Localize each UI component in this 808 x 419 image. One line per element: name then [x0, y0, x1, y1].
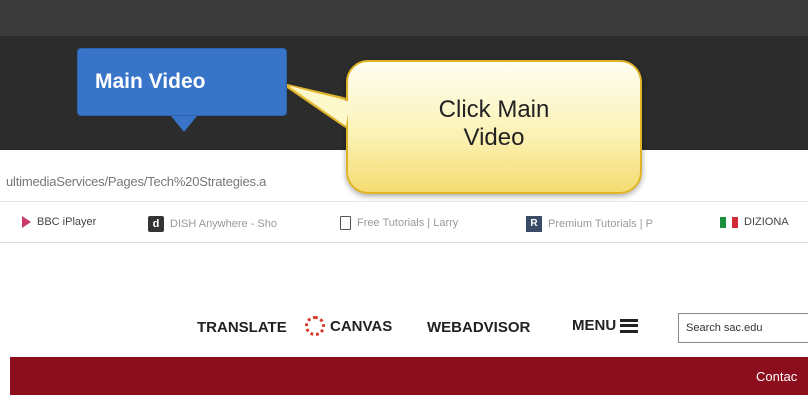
tooltip-label: Main Video: [95, 70, 206, 93]
tooltip-pointer: [171, 116, 197, 132]
callout-text: Click Main Video: [438, 96, 550, 152]
